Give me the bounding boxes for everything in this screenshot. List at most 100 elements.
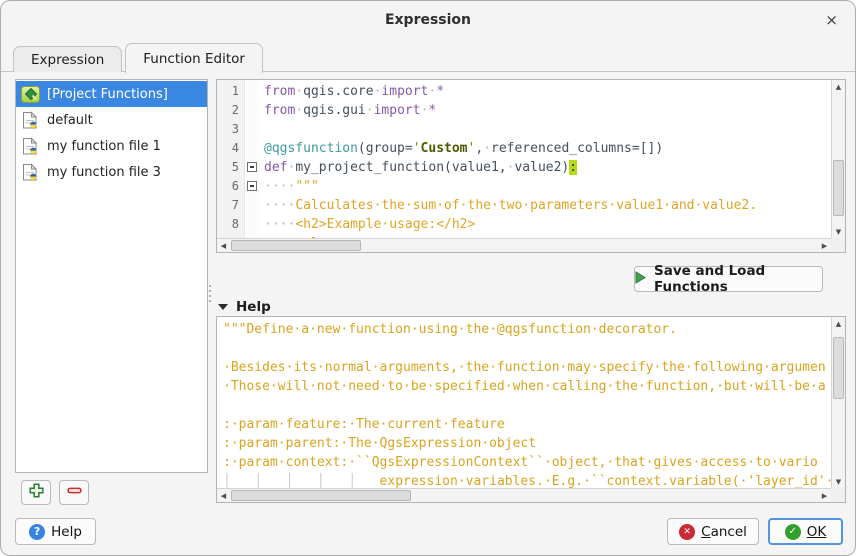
fold-collapse-icon[interactable] (247, 162, 257, 172)
help-text-line: :·param·context:·``QgsExpressionContext`… (223, 453, 831, 472)
scrollbar-thumb[interactable] (833, 160, 844, 216)
fold-column (245, 120, 260, 139)
python-file-icon (20, 137, 40, 156)
scroll-up-icon[interactable]: ▲ (832, 80, 845, 93)
code-line[interactable]: 8····<h2>Example·usage:</h2> (217, 215, 831, 234)
code-text: ····<h2>Example·usage:</h2> (260, 215, 475, 234)
ok-button-label: OK (807, 524, 826, 540)
line-number: 4 (217, 139, 245, 158)
scroll-up-icon[interactable]: ▲ (832, 317, 845, 330)
expression-dialog: Expression × Expression Function Editor … (0, 0, 856, 556)
help-viewport: """Define·a·new·function·using·the·@qgsf… (217, 317, 831, 488)
cancel-button[interactable]: ✕ Cancel (667, 518, 759, 545)
cancel-button-label: Cancel (701, 524, 747, 540)
titlebar[interactable]: Expression × (1, 1, 855, 41)
code-line[interactable]: 6 ····""" (217, 177, 831, 196)
fold-column (245, 101, 260, 120)
scroll-down-icon[interactable]: ▼ (832, 475, 845, 488)
scrollbar-corner (831, 488, 845, 502)
function-file-item[interactable]: my function file 1 (16, 133, 207, 159)
help-section-title: Help (236, 299, 271, 315)
function-file-label: default (47, 113, 93, 128)
function-file-label: [Project Functions] (47, 87, 168, 102)
help-text-line: ·Besides·its·normal·arguments,·the·funct… (223, 358, 831, 377)
code-editor[interactable]: 1 from·qgis.core·import·* 2 from·qgis.gui·i… (216, 79, 846, 253)
line-number: 5 (217, 158, 245, 177)
splitter-handle[interactable] (209, 285, 212, 302)
help-text-line (223, 396, 831, 415)
code-text: @qgsfunction(group='Custom',·referenced_… (260, 139, 663, 158)
code-line[interactable]: 7 ····Calculates·the·sum·of·the·two·param… (217, 196, 831, 215)
fold-column (245, 177, 260, 196)
fold-column (245, 82, 260, 101)
function-file-list[interactable]: [Project Functions] default my function fi… (15, 79, 208, 473)
question-icon: ? (29, 524, 45, 540)
code-line[interactable]: 2 from·qgis.gui·import·* (217, 101, 831, 120)
plus-icon (29, 483, 44, 502)
scrollbar-thumb[interactable] (833, 337, 844, 399)
code-text (260, 120, 264, 139)
help-text-line: │ │ │ │ │ expression·variables.·E.g.·``c… (223, 472, 831, 488)
code-line[interactable]: 4 @qgsfunction(group='Custom',·referenced… (217, 139, 831, 158)
scroll-right-icon[interactable]: ▶ (818, 239, 831, 252)
code-text: ····""" (260, 177, 319, 196)
scrollbar-thumb[interactable] (231, 240, 361, 251)
help-viewer[interactable]: """Define·a·new·function·using·the·@qgsf… (216, 316, 846, 503)
line-number: 6 (217, 177, 245, 196)
fold-column (245, 215, 260, 234)
scroll-down-icon[interactable]: ▼ (832, 225, 845, 238)
code-horizontal-scrollbar[interactable]: ◀ ▶ (217, 238, 831, 252)
code-vertical-scrollbar[interactable]: ▲ ▼ (831, 80, 845, 238)
code-text: def·my_project_function(value1,·value2): (260, 158, 577, 177)
close-icon[interactable]: × (825, 11, 838, 29)
function-file-label: my function file 1 (47, 139, 161, 154)
line-number: 3 (217, 120, 245, 139)
check-icon: ✓ (785, 524, 801, 540)
help-vertical-scrollbar[interactable]: ▲ ▼ (831, 317, 845, 488)
add-function-file-button[interactable] (21, 480, 51, 505)
code-text: ····Calculates·the·sum·of·the·two·parame… (260, 196, 757, 215)
tab-bar: Expression Function Editor (13, 42, 266, 72)
help-collapsible-header[interactable]: Help (218, 298, 271, 316)
scroll-left-icon[interactable]: ◀ (217, 489, 230, 502)
play-icon (635, 271, 646, 288)
scroll-left-icon[interactable]: ◀ (217, 239, 230, 252)
code-line[interactable]: 5 def·my_project_function(value1,·value2)… (217, 158, 831, 177)
python-file-icon (20, 163, 40, 182)
fold-column (245, 158, 260, 177)
help-button[interactable]: ? Help (15, 518, 96, 545)
code-line[interactable]: 3 (217, 120, 831, 139)
tab-expression[interactable]: Expression (13, 46, 122, 72)
fold-column (245, 196, 260, 215)
remove-function-file-button[interactable] (59, 480, 89, 505)
dialog-title: Expression (1, 12, 855, 28)
scrollbar-corner (831, 238, 845, 252)
help-horizontal-scrollbar[interactable]: ◀ ▶ (217, 488, 831, 502)
fold-collapse-icon[interactable] (247, 181, 257, 191)
scrollbar-thumb[interactable] (231, 490, 411, 501)
qgis-project-functions-icon (20, 85, 40, 104)
code-text: from·qgis.gui·import·* (260, 101, 436, 120)
ok-button[interactable]: ✓ OK (768, 518, 843, 545)
triangle-down-icon (218, 304, 228, 310)
help-button-label: Help (51, 524, 82, 540)
save-and-load-functions-button[interactable]: Save and Load Functions (634, 266, 823, 292)
function-file-item[interactable]: [Project Functions] (16, 81, 207, 107)
function-file-item[interactable]: default (16, 107, 207, 133)
cross-icon: ✕ (679, 524, 695, 540)
line-number: 2 (217, 101, 245, 120)
help-text-line: :·param·parent:·The·QgsExpression·object (223, 434, 831, 453)
python-file-icon (20, 111, 40, 130)
line-number: 1 (217, 82, 245, 101)
code-text: from·qgis.core·import·* (260, 82, 444, 101)
function-file-item[interactable]: my function file 3 (16, 159, 207, 185)
code-viewport[interactable]: 1 from·qgis.core·import·* 2 from·qgis.gui·i… (217, 80, 831, 238)
help-text-line: :·param·feature:·The·current·feature (223, 415, 831, 434)
line-number: 7 (217, 196, 245, 215)
tab-function-editor[interactable]: Function Editor (125, 43, 263, 73)
help-text-line (223, 339, 831, 358)
function-file-label: my function file 3 (47, 165, 161, 180)
code-line[interactable]: 1 from·qgis.core·import·* (217, 82, 831, 101)
minus-icon (67, 483, 82, 502)
scroll-right-icon[interactable]: ▶ (818, 489, 831, 502)
